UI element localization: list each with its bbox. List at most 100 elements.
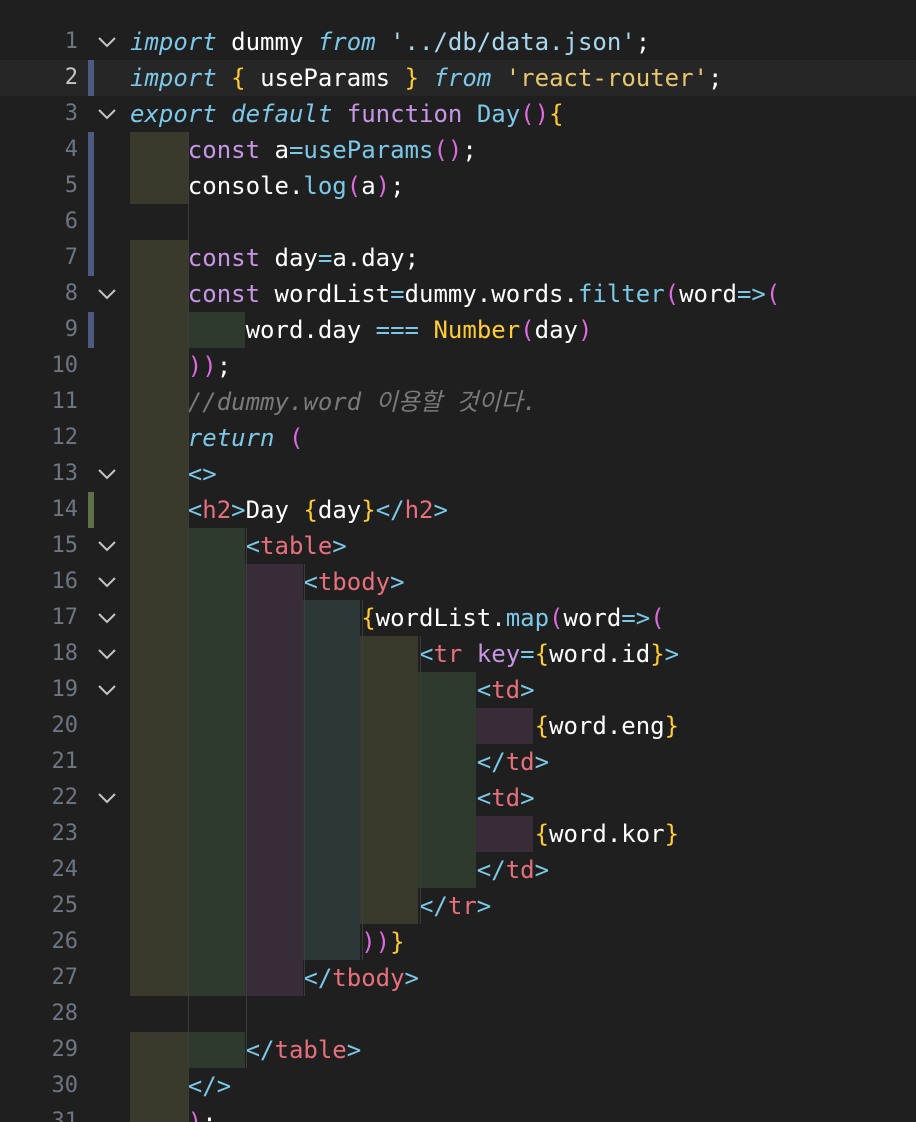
code-text[interactable]: const a=useParams(); [130, 132, 477, 168]
line-number: 24 [51, 857, 79, 882]
indent-guide-line [420, 636, 421, 924]
code-text[interactable]: )); [130, 348, 231, 384]
code-text[interactable]: return ( [130, 420, 304, 456]
code-text[interactable]: <tr key={word.id}> [130, 636, 679, 672]
line-number: 17 [51, 605, 79, 630]
code-text[interactable]: </> [130, 1068, 231, 1104]
git-modified-marker[interactable] [88, 240, 94, 276]
chevron-down-icon[interactable] [96, 284, 118, 304]
code-text[interactable]: <h2>Day {day}</h2> [130, 492, 448, 528]
line-number: 25 [51, 893, 79, 918]
code-text[interactable]: import dummy from '../db/data.json'; [130, 24, 650, 60]
code-text[interactable]: {wordList.map(word=>( [130, 600, 664, 636]
line-number: 31 [51, 1109, 79, 1122]
line-number: 10 [51, 353, 79, 378]
code-text[interactable]: </td> [130, 744, 549, 780]
line-number: 29 [51, 1037, 79, 1062]
code-line[interactable]: 28 [0, 996, 916, 1032]
code-line[interactable]: 24 </td> [0, 852, 916, 888]
chevron-down-icon[interactable] [96, 32, 118, 52]
code-text[interactable]: </td> [130, 852, 549, 888]
code-line[interactable]: 23 {word.kor} [0, 816, 916, 852]
code-text[interactable]: </tbody> [130, 960, 419, 996]
code-text[interactable]: <td> [130, 780, 535, 816]
line-number: 30 [51, 1073, 79, 1098]
line-number: 27 [51, 965, 79, 990]
code-line[interactable]: 21 </td> [0, 744, 916, 780]
line-number: 26 [51, 929, 79, 954]
code-line[interactable]: 22 <td> [0, 780, 916, 816]
code-line[interactable]: 11 //dummy.word 이용할 것이다. [0, 384, 916, 420]
git-modified-marker[interactable] [88, 60, 94, 96]
chevron-down-icon[interactable] [96, 104, 118, 124]
code-line[interactable]: 4 const a=useParams(); [0, 132, 916, 168]
git-modified-marker[interactable] [88, 132, 94, 168]
chevron-down-icon[interactable] [96, 680, 118, 700]
code-line[interactable]: 31 ); [0, 1104, 916, 1122]
code-text[interactable]: const wordList=dummy.words.filter(word=>… [130, 276, 780, 312]
chevron-down-icon[interactable] [96, 464, 118, 484]
code-editor[interactable]: 1 import dummy from '../db/data.json'; 2 im… [0, 0, 916, 1122]
line-number: 28 [51, 1001, 79, 1026]
code-text[interactable]: <tbody> [130, 564, 404, 600]
code-line[interactable]: 13 <> [0, 456, 916, 492]
code-line[interactable]: 3 export default function Day(){ [0, 96, 916, 132]
code-line[interactable]: 6 [0, 204, 916, 240]
code-text[interactable]: console.log(a); [130, 168, 405, 204]
code-line[interactable]: 27 </tbody> [0, 960, 916, 996]
code-line[interactable]: 16 <tbody> [0, 564, 916, 600]
line-number: 21 [51, 749, 79, 774]
code-line[interactable]: 29 </table> [0, 1032, 916, 1068]
chevron-down-icon[interactable] [96, 572, 118, 592]
code-line[interactable]: 10 )); [0, 348, 916, 384]
line-number: 13 [51, 461, 79, 486]
git-modified-marker[interactable] [88, 312, 94, 348]
code-line[interactable]: 26 ))} [0, 924, 916, 960]
code-line[interactable]: 8 const wordList=dummy.words.filter(word… [0, 276, 916, 312]
code-text[interactable]: export default function Day(){ [130, 96, 564, 132]
code-text[interactable]: import { useParams } from 'react-router'… [130, 60, 722, 96]
code-line[interactable]: 17 {wordList.map(word=>( [0, 600, 916, 636]
chevron-down-icon[interactable] [96, 644, 118, 664]
code-line[interactable]: 5 console.log(a); [0, 168, 916, 204]
code-line[interactable]: 12 return ( [0, 420, 916, 456]
code-line[interactable]: 18 <tr key={word.id}> [0, 636, 916, 672]
git-added-marker[interactable] [88, 492, 94, 528]
code-text[interactable]: //dummy.word 이용할 것이다. [130, 384, 537, 420]
line-number: 7 [64, 245, 78, 270]
code-line[interactable]: 15 <table> [0, 528, 916, 564]
code-text[interactable]: ); [130, 1104, 217, 1122]
code-text[interactable]: ))} [130, 924, 404, 960]
chevron-down-icon[interactable] [96, 608, 118, 628]
code-text[interactable]: word.day === Number(day) [130, 312, 593, 348]
git-modified-marker[interactable] [88, 204, 94, 240]
indent-guide-line [304, 564, 305, 996]
git-modified-marker[interactable] [88, 168, 94, 204]
line-number: 18 [51, 641, 79, 666]
code-line[interactable]: 9 word.day === Number(day) [0, 312, 916, 348]
code-text[interactable]: </tr> [130, 888, 491, 924]
line-number: 14 [51, 497, 79, 522]
code-line[interactable]: 19 <td> [0, 672, 916, 708]
chevron-down-icon[interactable] [96, 536, 118, 556]
code-line[interactable]: 1 import dummy from '../db/data.json'; [0, 24, 916, 60]
indent-guide-line [246, 528, 247, 1068]
code-text[interactable]: {word.eng} [130, 708, 680, 744]
line-number: 1 [64, 29, 78, 54]
indent-guide-line [362, 600, 363, 960]
code-text[interactable]: <> [130, 456, 217, 492]
code-text[interactable]: const day=a.day; [130, 240, 419, 276]
line-number: 4 [64, 137, 78, 162]
code-text[interactable]: <td> [130, 672, 535, 708]
code-line[interactable]: 2 import { useParams } from 'react-router… [0, 60, 916, 96]
code-line[interactable]: 25 </tr> [0, 888, 916, 924]
code-line[interactable]: 14 <h2>Day {day}</h2> [0, 492, 916, 528]
line-number: 22 [51, 785, 79, 810]
code-line[interactable]: 7 const day=a.day; [0, 240, 916, 276]
chevron-down-icon[interactable] [96, 788, 118, 808]
line-number: 23 [51, 821, 79, 846]
code-line[interactable]: 30 </> [0, 1068, 916, 1104]
code-text[interactable]: {word.kor} [130, 816, 680, 852]
code-text[interactable]: <table> [130, 528, 347, 564]
code-line[interactable]: 20 {word.eng} [0, 708, 916, 744]
